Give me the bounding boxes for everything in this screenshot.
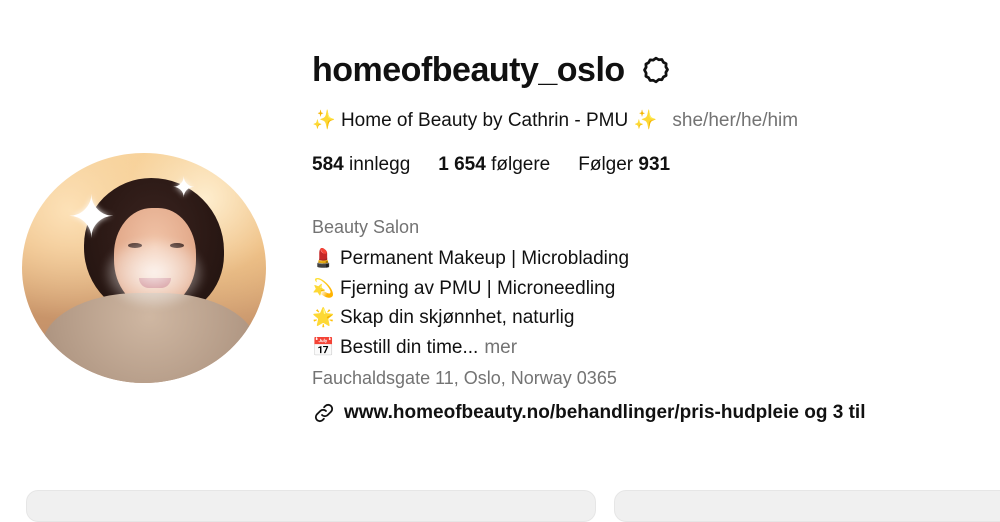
link-icon	[312, 401, 336, 425]
bio-text: Fjerning av PMU | Microneedling	[340, 277, 616, 299]
following-label: Følger	[578, 154, 634, 175]
bio-text: Bestill din time...	[340, 336, 479, 358]
dizzy-icon: 💫	[312, 277, 335, 299]
bio-line: 💄 Permanent Makeup | Microblading	[312, 244, 992, 274]
followers-label: følgere	[491, 154, 551, 175]
sparkles-icon: ✨	[633, 109, 658, 131]
bio-text: Permanent Makeup | Microblading	[340, 248, 630, 269]
profile-info: homeofbeauty_oslo ✨ Home of Beauty by Ca…	[312, 44, 992, 425]
sparkle-icon: ✦	[172, 171, 196, 204]
sparkles-icon: ✨	[312, 109, 336, 131]
following-stat[interactable]: Følger 931	[578, 154, 670, 176]
posts-count: 584	[312, 154, 344, 175]
action-button[interactable]	[614, 490, 1000, 522]
bio: 💄 Permanent Makeup | Microblading 💫 Fjer…	[312, 244, 992, 362]
bio-line: 🌟 Skap din skjønnhet, naturlig	[312, 303, 992, 333]
avatar-glow	[104, 238, 204, 308]
following-count: 931	[638, 154, 671, 175]
lipstick-icon: 💄	[312, 248, 335, 269]
avatar[interactable]: ✦ ✦	[22, 153, 266, 383]
sparkle-icon: ✦	[67, 183, 116, 251]
calendar-icon: 📅	[312, 336, 335, 358]
star-icon: 🌟	[312, 307, 335, 328]
full-name: Home of Beauty by Cathrin - PMU	[340, 110, 629, 131]
more-link[interactable]: mer	[484, 333, 517, 363]
profile-header: homeofbeauty_oslo	[312, 44, 992, 96]
followers-count: 1 654	[438, 154, 486, 175]
profile-avatar[interactable]: ✦ ✦	[22, 153, 266, 383]
bio-line: 💫 Fjerning av PMU | Microneedling	[312, 274, 992, 304]
gear-icon[interactable]	[639, 53, 673, 87]
website-link[interactable]: www.homeofbeauty.no/behandlinger/pris-hu…	[312, 401, 992, 425]
full-name-row: ✨ Home of Beauty by Cathrin - PMU ✨ she/…	[312, 108, 992, 132]
category-label: Beauty Salon	[312, 217, 420, 237]
pronouns: she/her/he/him	[672, 110, 799, 131]
username: homeofbeauty_oslo	[312, 50, 625, 89]
address[interactable]: Fauchaldsgate 11, Oslo, Norway 0365	[312, 368, 992, 389]
posts-stat[interactable]: 584 innlegg	[312, 154, 410, 176]
bio-line: 📅 Bestill din time... mer	[312, 333, 992, 363]
followers-stat[interactable]: 1 654 følgere	[438, 154, 550, 176]
website-url: www.homeofbeauty.no/behandlinger/pris-hu…	[344, 402, 866, 423]
bio-text: Skap din skjønnhet, naturlig	[340, 307, 575, 328]
profile-stats: 584 innlegg 1 654 følgere Følger 931	[312, 154, 992, 176]
action-button[interactable]	[26, 490, 596, 522]
posts-label: innlegg	[348, 154, 411, 175]
